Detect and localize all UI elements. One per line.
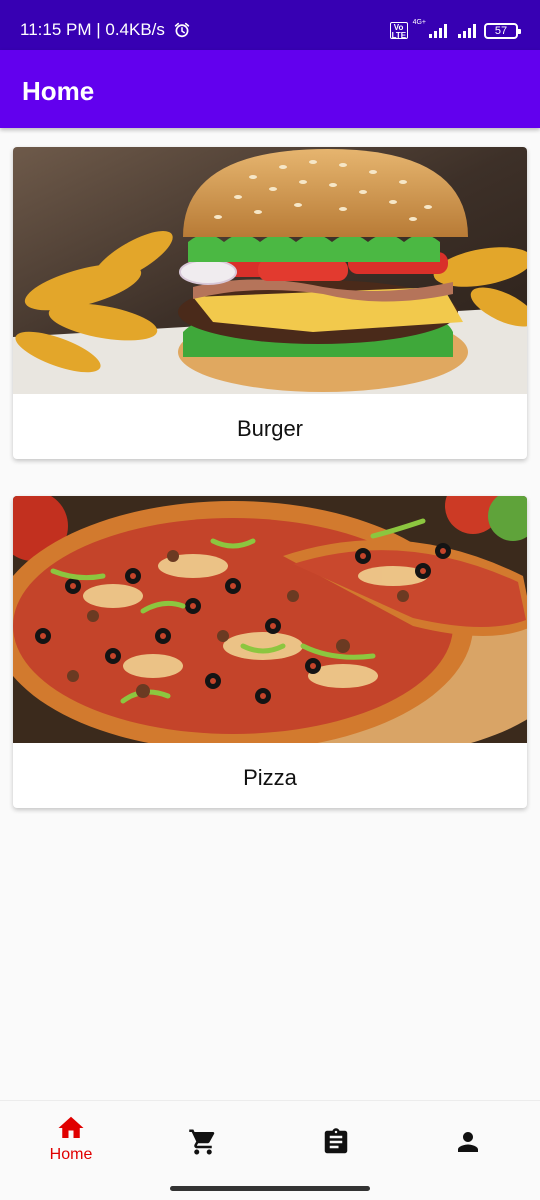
gesture-bar[interactable] — [170, 1186, 370, 1191]
person-icon — [458, 1132, 478, 1152]
nav-cart[interactable] — [153, 1113, 253, 1173]
status-bar: 11:15 PM | 0.4KB/s Vo LTE 4G+ 57 — [0, 0, 540, 50]
burger-card[interactable]: Burger — [13, 147, 527, 459]
clipboard-icon — [324, 1128, 348, 1154]
app-bar: Home — [0, 50, 540, 128]
pizza-card[interactable]: Pizza — [13, 496, 527, 808]
network-type: 4G+ — [412, 19, 426, 26]
nav-profile[interactable] — [418, 1113, 518, 1173]
signal-icon-1 — [429, 23, 447, 38]
status-time-speed: 11:15 PM | 0.4KB/s — [20, 20, 165, 39]
signal-icon-2 — [458, 23, 476, 38]
nav-home[interactable]: Home — [21, 1113, 121, 1173]
status-left: 11:15 PM | 0.4KB/s — [20, 20, 191, 40]
pizza-image — [13, 496, 527, 743]
alarm-icon — [174, 22, 190, 38]
battery-icon: 57 — [484, 22, 521, 39]
volte-icon: Vo LTE — [389, 22, 408, 40]
burger-label: Burger — [236, 416, 304, 441]
nav-home-label: Home — [49, 1146, 93, 1163]
nav-orders[interactable] — [286, 1113, 386, 1173]
pizza-label: Pizza — [243, 765, 297, 790]
status-right: Vo LTE 4G+ 57 — [389, 19, 521, 40]
cart-icon — [189, 1129, 215, 1155]
page-title: Home — [22, 76, 95, 106]
home-icon — [58, 1116, 84, 1138]
bottom-navigation: Home — [0, 1100, 540, 1200]
burger-image — [13, 147, 527, 394]
